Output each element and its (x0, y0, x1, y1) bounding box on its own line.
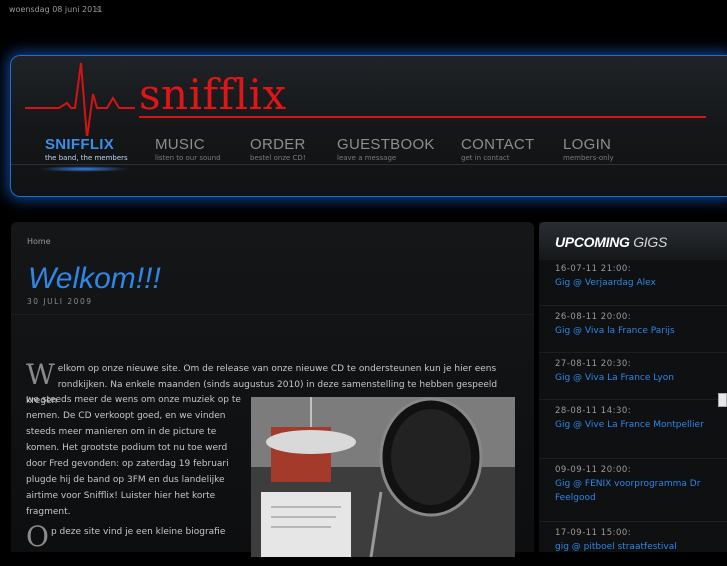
gig-link[interactable]: Gig @ Vive La France Montpellier (555, 418, 711, 432)
gig-item: 26-08-11 20:00: Gig @ Viva la France Par… (539, 306, 727, 353)
gig-list: 16-07-11 21:00: Gig @ Verjaardag Alex 26… (539, 258, 727, 566)
gig-date: 09-09-11 20:00: (555, 465, 632, 475)
gig-date: 27-08-11 20:30: (555, 359, 632, 369)
page-title: Welkom!!! (28, 262, 161, 295)
nav-login[interactable]: LOGIN members-only (563, 136, 614, 162)
scroll-handle[interactable] (718, 393, 727, 407)
gig-link[interactable]: gig @ pitboel straatfestival (555, 540, 711, 554)
nav-subtitle: the band, the members (45, 154, 128, 162)
nav-subtitle: listen to our sound (155, 154, 221, 162)
nav-title: GUESTBOOK (337, 136, 435, 153)
gig-date: 17-09-11 15:00: (555, 528, 632, 538)
nav-subtitle: members-only (563, 154, 614, 162)
photo-image (251, 397, 515, 557)
gig-link[interactable]: Gig @ Verjaardag Alex (555, 276, 711, 290)
nav-title: ORDER (250, 136, 306, 153)
gig-link[interactable]: Gig @ Viva la France Parijs (555, 324, 711, 338)
sidebar-title: UPCOMING GIGS (555, 234, 667, 250)
top-bar: woensdag 08 juni 2011 s (0, 0, 727, 22)
post-date: 30 JULI 2009 (27, 297, 93, 306)
nav-contact[interactable]: CONTACT get in contact (461, 136, 534, 162)
nav-order[interactable]: ORDER bestel onze CD! (250, 136, 306, 162)
nav-subtitle: leave a message (337, 154, 397, 162)
upcoming-gigs-panel: UPCOMING GIGS 16-07-11 21:00: Gig @ Verj… (539, 222, 727, 552)
gig-item: 27-08-11 20:30: Gig @ Viva La France Lyo… (539, 353, 727, 400)
nav-snifflix[interactable]: SNIFFLIX the band, the members (45, 136, 128, 162)
nav-music[interactable]: MUSIC listen to our sound (155, 136, 221, 162)
gig-item: 09-09-11 20:00: Gig @ FENIX voorprogramm… (539, 459, 727, 522)
nav-guestbook[interactable]: GUESTBOOK leave a message (337, 136, 435, 162)
site-header: snifflix SNIFFLIX the band, the members … (10, 55, 727, 197)
gig-item: 28-08-11 14:30: Gig @ Vive La France Mon… (539, 400, 727, 459)
gig-date: 16-07-11 21:00: (555, 264, 632, 274)
nav-subtitle: bestel onze CD! (250, 154, 306, 162)
sidebar-title-rest: GIGS (633, 234, 668, 250)
main-content: Home Welkom!!! 30 JULI 2009 Welkom op on… (11, 222, 534, 557)
heartbeat-logo-icon (25, 62, 706, 136)
band-photo (251, 397, 515, 557)
gig-link[interactable]: Gig @ Viva La France Lyon (555, 371, 711, 385)
current-date: woensdag 08 juni 2011 (9, 5, 103, 14)
gig-date: 26-08-11 20:00: (555, 312, 632, 322)
bio-paragraph: Op deze site vind je een kleine biografi… (26, 520, 241, 553)
nav-title: LOGIN (563, 136, 612, 153)
bio-text: p deze site vind je een kleine biografie (50, 527, 226, 537)
sidebar-header: UPCOMING GIGS (539, 222, 727, 260)
nav-title: SNIFFLIX (45, 136, 115, 153)
site-logo[interactable]: snifflix (139, 74, 287, 116)
breadcrumb[interactable]: Home (27, 237, 51, 246)
nav-title: MUSIC (155, 136, 205, 153)
section-divider (11, 314, 534, 315)
body-paragraph: we steeds meer de wens om onze muziek op… (26, 395, 241, 517)
drop-cap: O (26, 520, 49, 553)
main-navigation: SNIFFLIX the band, the members MUSIC lis… (11, 136, 727, 176)
top-bar-marker: s (96, 5, 101, 14)
nav-subtitle: get in contact (461, 154, 510, 162)
nav-title: CONTACT (461, 136, 535, 153)
gig-link[interactable]: Gig @ FENIX voorprogramma Dr Feelgood (555, 477, 711, 505)
drop-cap: W (26, 358, 55, 391)
gig-item: 16-07-11 21:00: Gig @ Verjaardag Alex (539, 258, 727, 306)
gig-date: 28-08-11 14:30: (555, 406, 632, 416)
sidebar-title-bold: UPCOMING (555, 234, 630, 250)
gig-item: 17-09-11 15:00: gig @ pitboel straatfest… (539, 522, 727, 566)
